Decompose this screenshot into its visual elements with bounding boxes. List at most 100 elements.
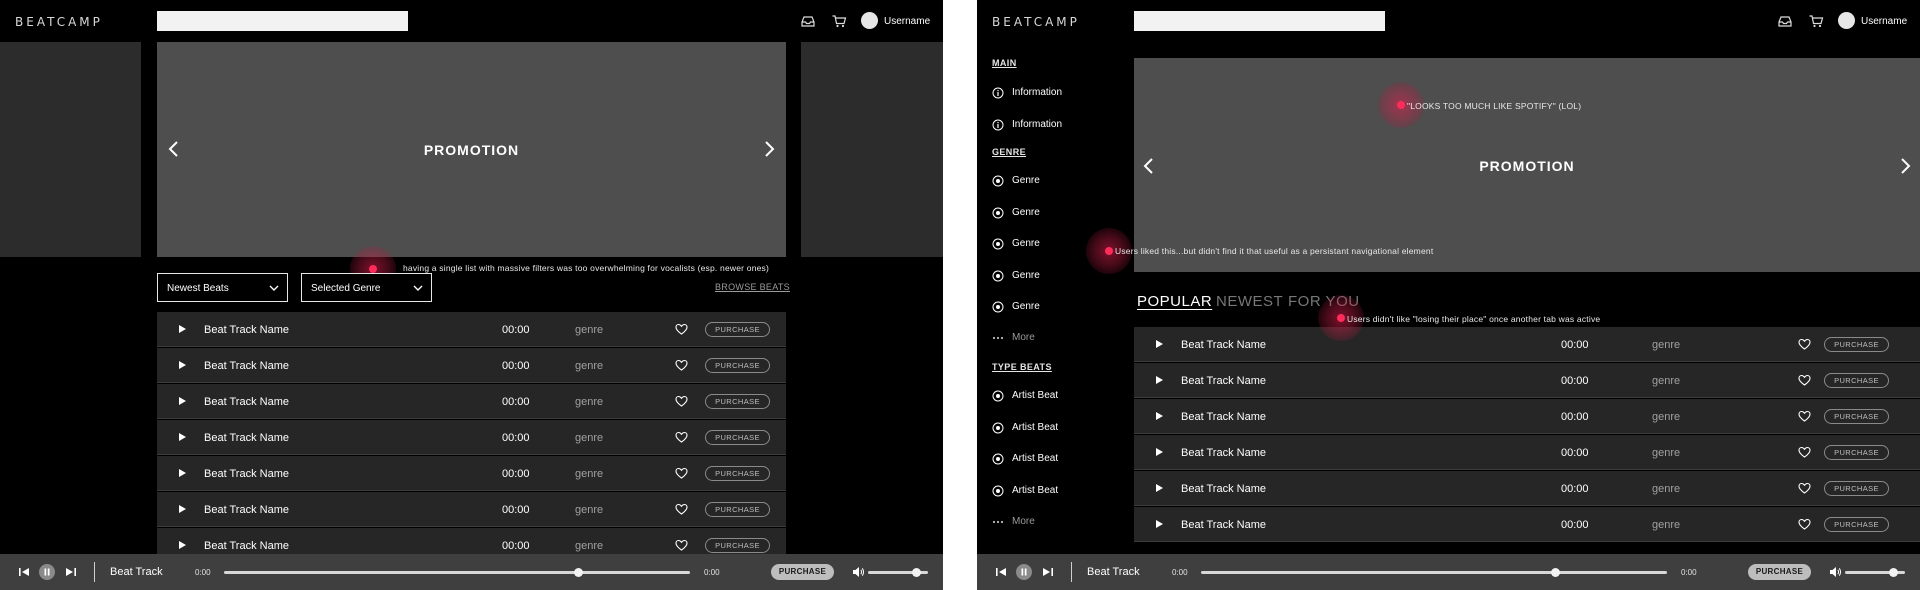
heart-icon[interactable] [1798,410,1811,422]
chevron-right-icon[interactable] [1898,157,1912,175]
promo-prev-slide[interactable] [0,42,141,257]
heart-icon[interactable] [1798,374,1811,386]
search-input[interactable] [157,11,408,31]
sidebar-item-genre[interactable]: Genre [992,300,1040,314]
volume-knob[interactable] [911,568,921,577]
sidebar-item-genre[interactable]: Genre [992,269,1040,283]
sidebar-item-genre[interactable]: Genre [992,237,1040,251]
purchase-button[interactable]: PURCHASE [1824,337,1889,352]
play-icon[interactable] [179,325,186,333]
sidebar-more-genres[interactable]: More [992,331,1035,345]
tab-popular[interactable]: POPULAR [1137,293,1212,310]
track-name[interactable]: Beat Track Name [1181,339,1266,351]
purchase-button[interactable]: PURCHASE [1824,481,1889,496]
play-icon[interactable] [179,505,186,513]
heart-icon[interactable] [1798,518,1811,530]
track-name[interactable]: Beat Track Name [1181,447,1266,459]
purchase-button[interactable]: PURCHASE [705,322,770,337]
player-purchase-button[interactable]: PURCHASE [771,564,834,580]
track-row[interactable]: Beat Track Name 00:00 genre PURCHASE [1134,327,1920,362]
track-row[interactable]: Beat Track Name 00:00 genre PURCHASE [157,312,786,347]
track-name[interactable]: Beat Track Name [204,396,289,408]
track-name[interactable]: Beat Track Name [1181,483,1266,495]
volume-slider[interactable] [868,568,928,577]
play-icon[interactable] [179,541,186,549]
track-row[interactable]: Beat Track Name 00:00 genre PURCHASE [157,420,786,455]
heart-icon[interactable] [675,539,688,551]
cart-icon[interactable] [1808,13,1824,29]
sidebar-item-artist-beat[interactable]: Artist Beat [992,389,1058,403]
volume-knob[interactable] [1888,568,1898,577]
play-icon[interactable] [1156,376,1163,384]
chevron-right-icon[interactable] [762,140,776,158]
purchase-button[interactable]: PURCHASE [705,358,770,373]
track-name[interactable]: Beat Track Name [204,468,289,480]
skip-forward-icon[interactable] [64,565,78,579]
heart-icon[interactable] [675,503,688,515]
track-name[interactable]: Beat Track Name [1181,519,1266,531]
volume-icon[interactable] [851,565,865,579]
track-name[interactable]: Beat Track Name [204,360,289,372]
play-icon[interactable] [1156,520,1163,528]
sort-dropdown[interactable]: Newest Beats [157,273,288,302]
play-icon[interactable] [1156,484,1163,492]
skip-back-icon[interactable] [994,565,1008,579]
sidebar-item-genre[interactable]: Genre [992,206,1040,220]
play-icon[interactable] [179,469,186,477]
volume-slider[interactable] [1845,568,1905,577]
play-icon[interactable] [1156,448,1163,456]
promotion-banner[interactable]: PROMOTION [157,42,786,257]
track-name[interactable]: Beat Track Name [204,504,289,516]
play-icon[interactable] [1156,412,1163,420]
avatar[interactable] [861,12,878,29]
inbox-icon[interactable] [800,13,816,29]
genre-dropdown[interactable]: Selected Genre [301,273,432,302]
track-name[interactable]: Beat Track Name [204,324,289,336]
heart-icon[interactable] [675,359,688,371]
tab-newest[interactable]: NEWEST [1216,293,1283,310]
play-icon[interactable] [1156,340,1163,348]
track-name[interactable]: Beat Track Name [204,540,289,552]
promo-next-slide[interactable] [801,42,943,257]
purchase-button[interactable]: PURCHASE [705,430,770,445]
play-icon[interactable] [179,433,186,441]
track-row[interactable]: Beat Track Name 00:00 genre PURCHASE [1134,507,1920,542]
track-row[interactable]: Beat Track Name 00:00 genre PURCHASE [1134,363,1920,398]
track-row[interactable]: Beat Track Name 00:00 genre PURCHASE [157,384,786,419]
heart-icon[interactable] [675,431,688,443]
play-icon[interactable] [179,397,186,405]
search-input[interactable] [1134,11,1385,31]
purchase-button[interactable]: PURCHASE [705,502,770,517]
heart-icon[interactable] [1798,482,1811,494]
avatar[interactable] [1838,12,1855,29]
pause-button[interactable] [1016,564,1032,580]
skip-back-icon[interactable] [17,565,31,579]
sidebar-item-artist-beat[interactable]: Artist Beat [992,452,1058,466]
track-row[interactable]: Beat Track Name 00:00 genre PURCHASE [1134,471,1920,506]
skip-forward-icon[interactable] [1041,565,1055,579]
browse-beats-link[interactable]: BROWSE BEATS [715,282,790,292]
player-progress-bar[interactable] [1201,568,1667,577]
heart-icon[interactable] [675,467,688,479]
sidebar-item-artist-beat[interactable]: Artist Beat [992,484,1058,498]
inbox-icon[interactable] [1777,13,1793,29]
track-row[interactable]: Beat Track Name 00:00 genre PURCHASE [157,456,786,491]
promotion-banner[interactable]: PROMOTION [1134,58,1920,272]
player-purchase-button[interactable]: PURCHASE [1748,564,1811,580]
purchase-button[interactable]: PURCHASE [705,466,770,481]
sidebar-item-artist-beat[interactable]: Artist Beat [992,421,1058,435]
purchase-button[interactable]: PURCHASE [1824,445,1889,460]
chevron-left-icon[interactable] [1142,157,1156,175]
volume-icon[interactable] [1828,565,1842,579]
username-label[interactable]: Username [1861,16,1907,27]
sidebar-more-type-beats[interactable]: More [992,515,1035,529]
brand-logo[interactable]: BEATCAMP [992,15,1080,29]
track-row[interactable]: Beat Track Name 00:00 genre PURCHASE [157,348,786,383]
sidebar-item-information[interactable]: Information [992,118,1062,132]
progress-knob[interactable] [573,568,583,577]
track-row[interactable]: Beat Track Name 00:00 genre PURCHASE [1134,435,1920,470]
play-icon[interactable] [179,361,186,369]
purchase-button[interactable]: PURCHASE [1824,409,1889,424]
heart-icon[interactable] [675,395,688,407]
pause-button[interactable] [39,564,55,580]
